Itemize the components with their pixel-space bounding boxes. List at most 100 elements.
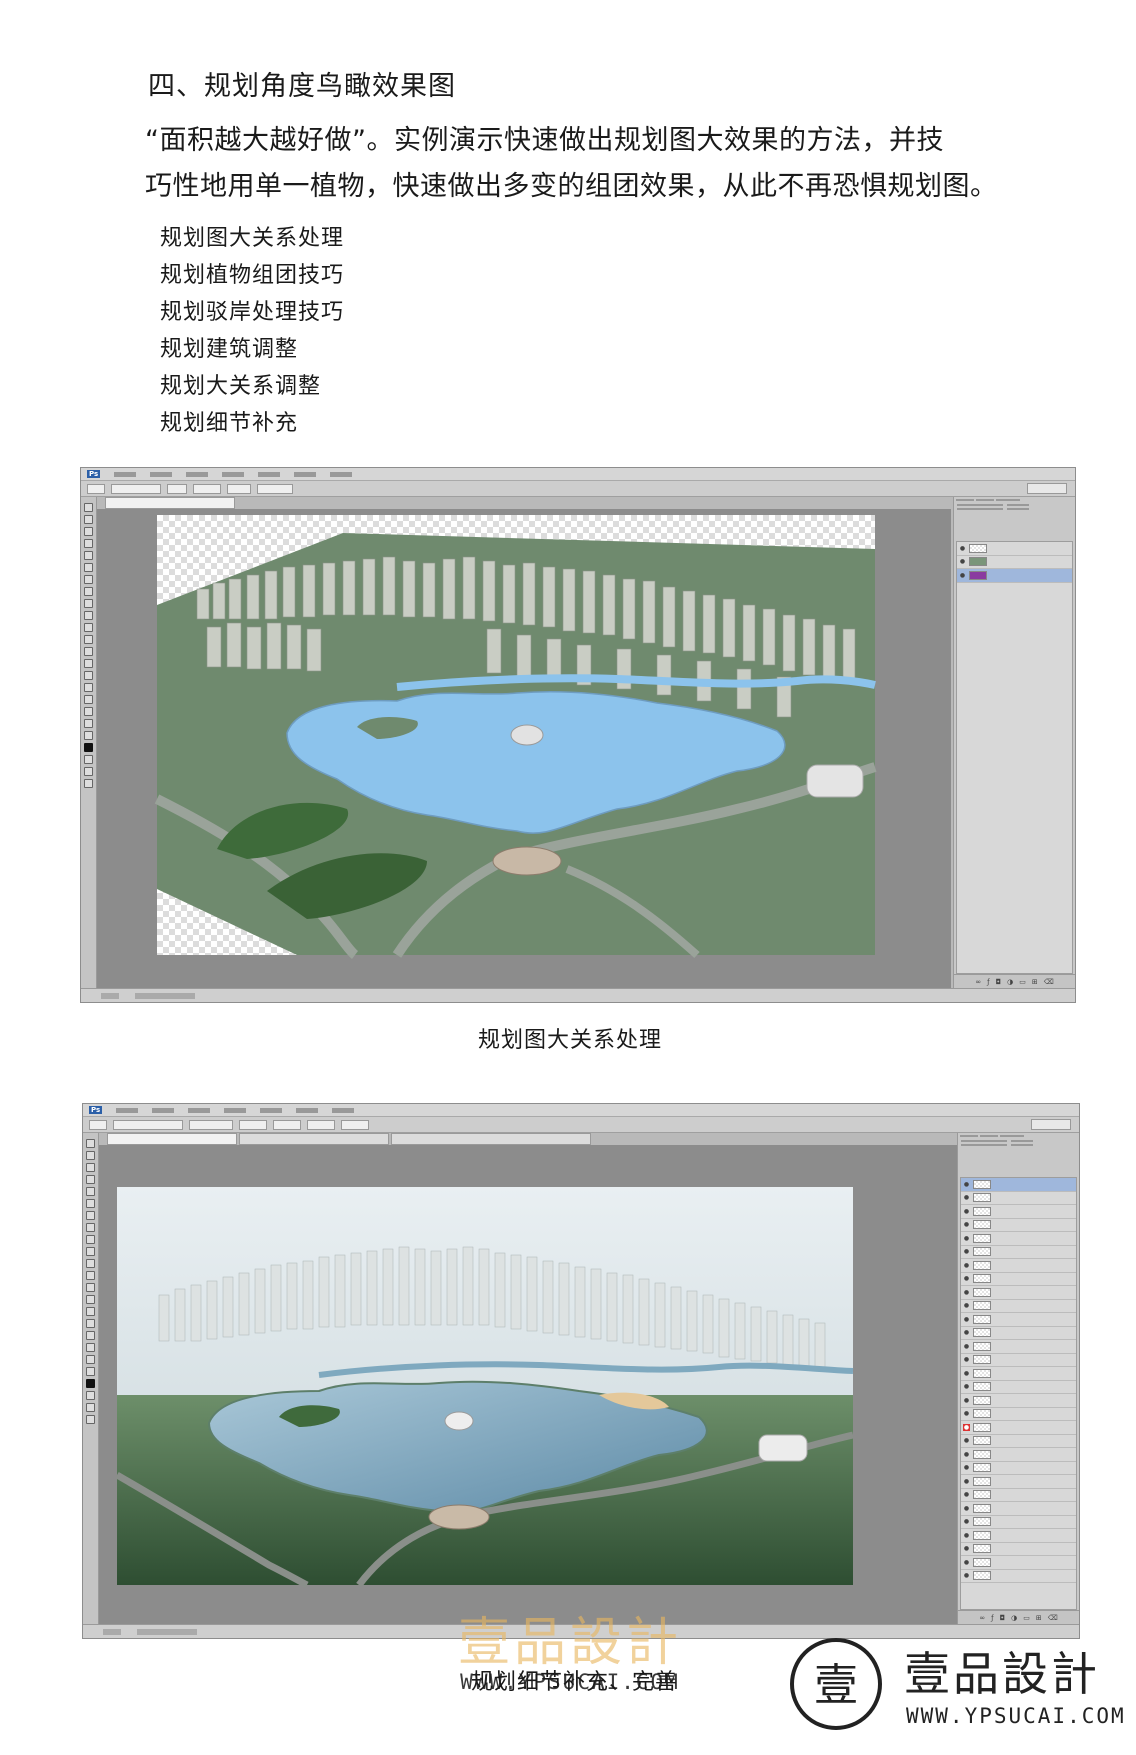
visibility-eye-icon[interactable]: ●	[963, 1235, 970, 1242]
layer-row[interactable]: ●	[961, 1394, 1076, 1408]
adjustment-icon[interactable]: ◑	[1011, 1614, 1017, 1622]
stamp-tool-icon[interactable]	[84, 599, 93, 608]
visibility-eye-icon[interactable]: ●	[963, 1329, 970, 1336]
link-icon[interactable]: ∞	[979, 1614, 985, 1622]
zoom-all-checkbox[interactable]	[189, 1119, 233, 1130]
visibility-eye-icon[interactable]: ●	[963, 1478, 970, 1485]
healing-tool-icon[interactable]	[84, 575, 93, 584]
print-size-button[interactable]	[341, 1119, 369, 1130]
visibility-eye-icon[interactable]: ●	[963, 1356, 970, 1363]
blur-tool-icon[interactable]	[84, 647, 93, 656]
visibility-eye-icon[interactable]: ●	[963, 1221, 970, 1228]
visibility-eye-icon[interactable]: ●	[963, 1343, 970, 1350]
layer-row-selected[interactable]: ●	[957, 569, 1072, 583]
adjustment-icon[interactable]: ◑	[1007, 978, 1013, 986]
eraser-tool-icon[interactable]	[86, 1259, 95, 1268]
shape-tool-icon[interactable]	[86, 1343, 95, 1352]
layer-row[interactable]: ●	[961, 1421, 1076, 1435]
layer-row[interactable]: ●	[961, 1570, 1076, 1583]
visibility-eye-icon[interactable]: ●	[963, 1194, 970, 1201]
tolerance-field[interactable]	[167, 483, 187, 494]
tool-preset-picker[interactable]	[89, 1119, 107, 1130]
visibility-eye-icon[interactable]: ●	[963, 1302, 970, 1309]
brush-tool-icon[interactable]	[86, 1223, 95, 1232]
layer-row[interactable]: ●	[961, 1529, 1076, 1543]
background-color-icon[interactable]	[86, 1391, 95, 1400]
visibility-eye-icon[interactable]: ●	[963, 1505, 970, 1512]
quick-mask-icon[interactable]	[84, 767, 93, 776]
visibility-eye-icon[interactable]: ●	[963, 1289, 970, 1296]
layer-row[interactable]: ●	[961, 1556, 1076, 1570]
layer-row[interactable]: ●	[961, 1286, 1076, 1300]
sample-size-select[interactable]	[111, 483, 161, 494]
visibility-eye-icon[interactable]: ●	[963, 1451, 970, 1458]
canvas-area[interactable]	[97, 509, 951, 988]
zoom-readout[interactable]	[103, 1628, 121, 1635]
pen-tool-icon[interactable]	[84, 671, 93, 680]
trash-icon[interactable]: ⌫	[1044, 978, 1054, 986]
visibility-eye-icon[interactable]: ●	[963, 1437, 970, 1444]
visibility-eye-icon[interactable]: ●	[963, 1316, 970, 1323]
layer-row[interactable]: ●	[961, 1205, 1076, 1219]
actual-pixels-button[interactable]	[239, 1119, 267, 1130]
foreground-color-icon[interactable]	[84, 743, 93, 752]
new-layer-icon[interactable]: ⊞	[1036, 1614, 1042, 1622]
fit-screen-button[interactable]	[273, 1119, 301, 1130]
layer-row[interactable]: ●	[961, 1340, 1076, 1354]
layer-row[interactable]: ●	[961, 1502, 1076, 1516]
visibility-eye-icon[interactable]: ●	[963, 1262, 970, 1269]
mask-icon[interactable]: ◘	[996, 978, 1002, 986]
layer-row[interactable]: ●	[961, 1448, 1076, 1462]
gradient-tool-icon[interactable]	[86, 1271, 95, 1280]
visibility-eye-icon[interactable]: ●	[963, 1370, 970, 1377]
brush-tool-icon[interactable]	[84, 587, 93, 596]
document-tab[interactable]	[239, 1133, 389, 1145]
visibility-eye-icon[interactable]: ●	[963, 1559, 970, 1566]
workspace-switcher[interactable]	[1027, 483, 1067, 494]
layer-row[interactable]: ●	[961, 1246, 1076, 1259]
visibility-eye-icon[interactable]: ●	[963, 1518, 970, 1525]
layer-row[interactable]: ●	[961, 1273, 1076, 1286]
path-select-icon[interactable]	[84, 695, 93, 704]
path-select-icon[interactable]	[86, 1331, 95, 1340]
layer-row[interactable]: ●	[961, 1327, 1076, 1340]
gradient-tool-icon[interactable]	[84, 635, 93, 644]
panel-tab[interactable]	[980, 1135, 998, 1137]
visibility-eye-icon[interactable]: ●	[963, 1275, 970, 1282]
visibility-eye-icon[interactable]: ●	[963, 1181, 970, 1188]
layer-row[interactable]: ●	[961, 1219, 1076, 1232]
lock-controls[interactable]	[957, 508, 1003, 510]
layer-row[interactable]: ●	[961, 1462, 1076, 1475]
visibility-eye-icon[interactable]: ●	[963, 1545, 970, 1552]
type-tool-icon[interactable]	[86, 1319, 95, 1328]
visibility-eye-icon[interactable]: ●	[963, 1572, 970, 1579]
crop-tool-icon[interactable]	[84, 551, 93, 560]
screen-mode-icon[interactable]	[84, 779, 93, 788]
layer-row[interactable]: ●	[957, 542, 1072, 556]
dodge-tool-icon[interactable]	[84, 659, 93, 668]
layer-row[interactable]: ●	[961, 1354, 1076, 1367]
screen-mode-icon[interactable]	[86, 1415, 95, 1424]
visibility-eye-icon[interactable]: ●	[963, 1464, 970, 1471]
visibility-eye-icon[interactable]: ●	[963, 1532, 970, 1539]
visibility-eye-icon[interactable]: ●	[963, 1491, 970, 1498]
magic-wand-tool-icon[interactable]	[86, 1175, 95, 1184]
group-icon[interactable]: ▭	[1019, 978, 1026, 986]
layer-row-selected[interactable]: ●	[961, 1178, 1076, 1192]
fill-field[interactable]	[1007, 508, 1029, 510]
visibility-eye-icon[interactable]: ●	[959, 572, 966, 579]
layer-row[interactable]: ●	[961, 1313, 1076, 1327]
panel-tab[interactable]	[960, 1135, 978, 1137]
zoom-tool-icon[interactable]	[86, 1367, 95, 1376]
eraser-tool-icon[interactable]	[84, 623, 93, 632]
document-tab[interactable]	[105, 497, 235, 509]
contiguous-checkbox[interactable]	[227, 483, 251, 494]
opacity-field[interactable]	[1011, 1140, 1033, 1142]
history-brush-icon[interactable]	[86, 1247, 95, 1256]
move-tool-icon[interactable]	[84, 503, 93, 512]
hand-tool-icon[interactable]	[86, 1355, 95, 1364]
layer-row[interactable]: ●	[961, 1516, 1076, 1529]
tool-preset-picker[interactable]	[87, 483, 105, 494]
visibility-eye-icon[interactable]: ●	[963, 1423, 970, 1431]
fx-icon[interactable]: ƒ	[991, 1614, 993, 1622]
